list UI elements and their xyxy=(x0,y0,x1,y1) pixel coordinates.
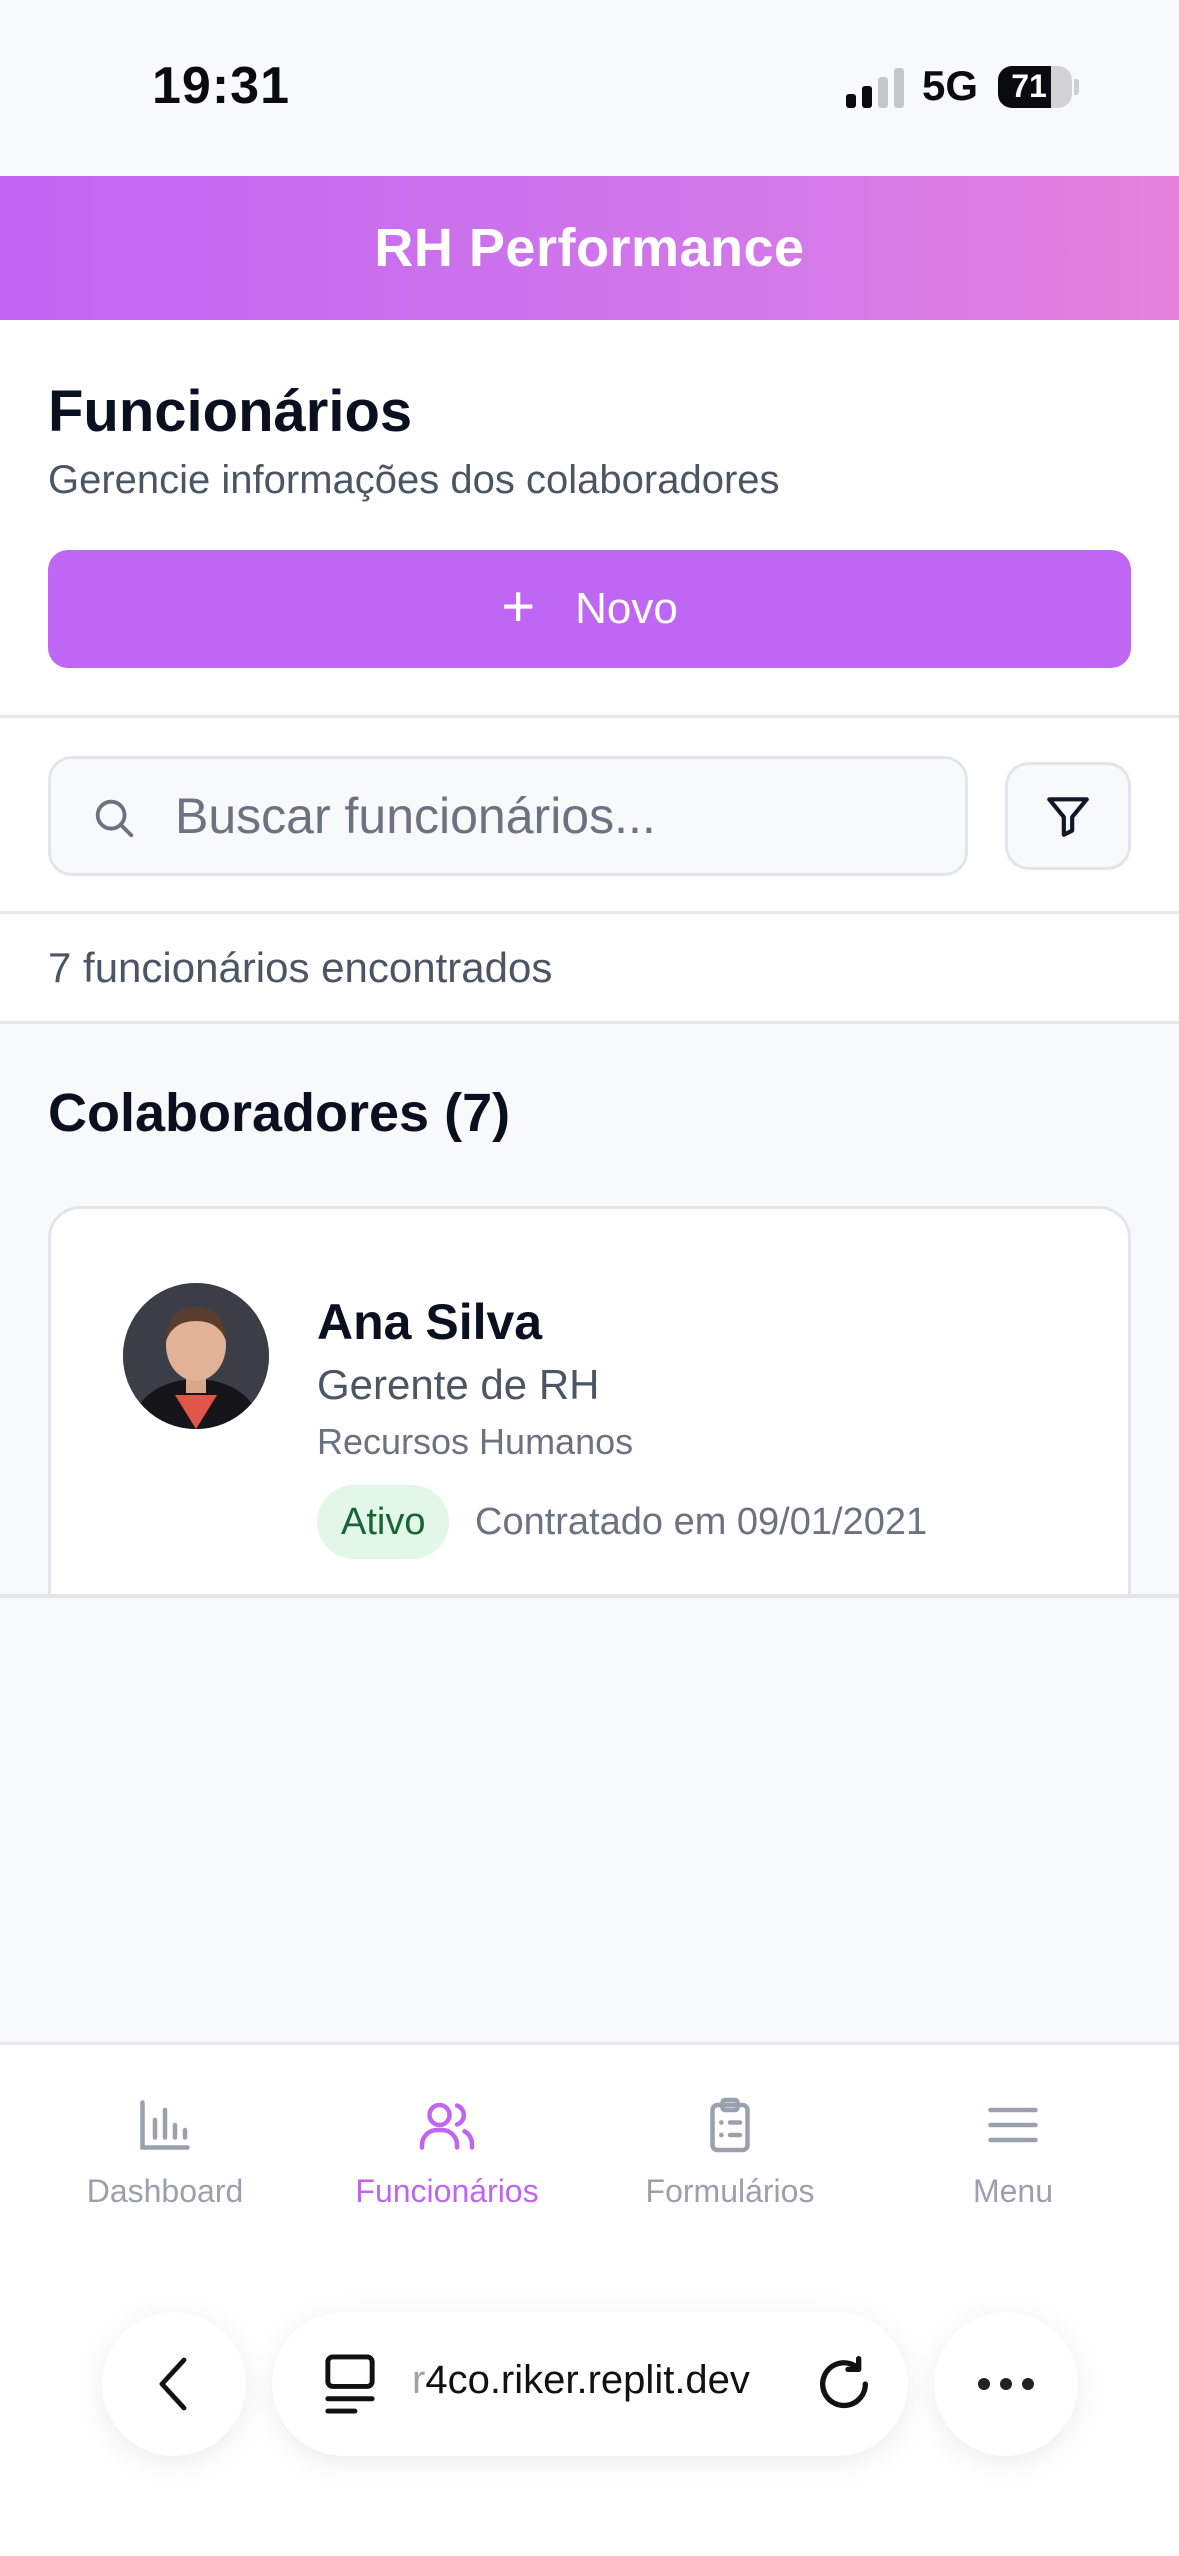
app-title: RH Performance xyxy=(374,218,805,278)
more-dot xyxy=(1022,2378,1034,2390)
search-row xyxy=(0,718,1179,914)
list-title: Colaboradores (7) xyxy=(48,1083,511,1143)
filter-button[interactable] xyxy=(1005,762,1131,870)
battery-icon: 71 xyxy=(998,66,1079,108)
employee-card[interactable]: Ana Silva Gerente de RH Recursos Humanos… xyxy=(48,1206,1131,1596)
browser-url: r4co.riker.replit.dev xyxy=(412,2358,750,2402)
tab-overview-icon xyxy=(325,2354,375,2414)
browser-more-button[interactable] xyxy=(934,2312,1078,2456)
results-count: 7 funcionários encontrados xyxy=(48,944,553,991)
employee-name: Ana Silva xyxy=(317,1294,543,1350)
battery-level: 71 xyxy=(1011,68,1047,104)
network-type: 5G xyxy=(922,62,979,109)
app-header: RH Performance xyxy=(0,176,1179,320)
more-dot xyxy=(1000,2378,1012,2390)
hired-date: Contratado em 09/01/2021 xyxy=(475,1501,928,1543)
page-title: Funcionários xyxy=(48,379,413,444)
more-dot xyxy=(978,2378,990,2390)
browser-back-button[interactable] xyxy=(102,2312,246,2456)
clipboard-icon xyxy=(710,2097,750,2153)
nav-formularios[interactable]: Formulários xyxy=(610,2095,850,2210)
new-employee-button[interactable]: + Novo xyxy=(48,550,1131,668)
chevron-left-icon xyxy=(159,2357,187,2411)
nav-dashboard[interactable]: Dashboard xyxy=(45,2095,285,2210)
filter-icon xyxy=(1047,797,1089,837)
nav-label-formularios: Formulários xyxy=(645,2173,815,2209)
reload-icon[interactable] xyxy=(812,2352,876,2416)
bar-chart-icon xyxy=(140,2100,190,2150)
nav-label-menu: Menu xyxy=(972,2173,1054,2209)
browser-url-bar[interactable]: r4co.riker.replit.dev xyxy=(272,2312,908,2456)
new-button-label: Novo xyxy=(575,584,678,633)
results-count-row: 7 funcionários encontrados xyxy=(0,914,1179,1024)
status-time: 19:31 xyxy=(152,57,290,115)
signal-icon xyxy=(846,68,904,108)
users-icon xyxy=(419,2102,475,2150)
nav-funcionarios[interactable]: Funcionários xyxy=(327,2095,567,2210)
status-bar: 19:31 5G 71 xyxy=(0,0,1179,176)
search-icon xyxy=(95,799,134,838)
page-subtitle: Gerencie informações dos colaboradores xyxy=(48,458,780,502)
hamburger-menu-icon xyxy=(988,2107,1038,2143)
list-divider xyxy=(0,1594,1179,1598)
page-header: Funcionários Gerencie informações dos co… xyxy=(0,320,1179,718)
avatar xyxy=(123,1283,269,1429)
search-box[interactable] xyxy=(48,756,968,876)
nav-label-dashboard: Dashboard xyxy=(86,2173,244,2209)
employee-department: Recursos Humanos xyxy=(317,1421,634,1462)
nav-menu[interactable]: Menu xyxy=(893,2095,1133,2210)
search-input[interactable] xyxy=(173,759,933,873)
status-badge: Ativo xyxy=(317,1485,450,1559)
plus-icon: + xyxy=(501,574,536,639)
nav-label-funcionarios: Funcionários xyxy=(355,2173,539,2209)
employee-role: Gerente de RH xyxy=(317,1361,600,1408)
bottom-navigation: Dashboard Funcionários Formulários Menu xyxy=(0,2042,1179,2556)
